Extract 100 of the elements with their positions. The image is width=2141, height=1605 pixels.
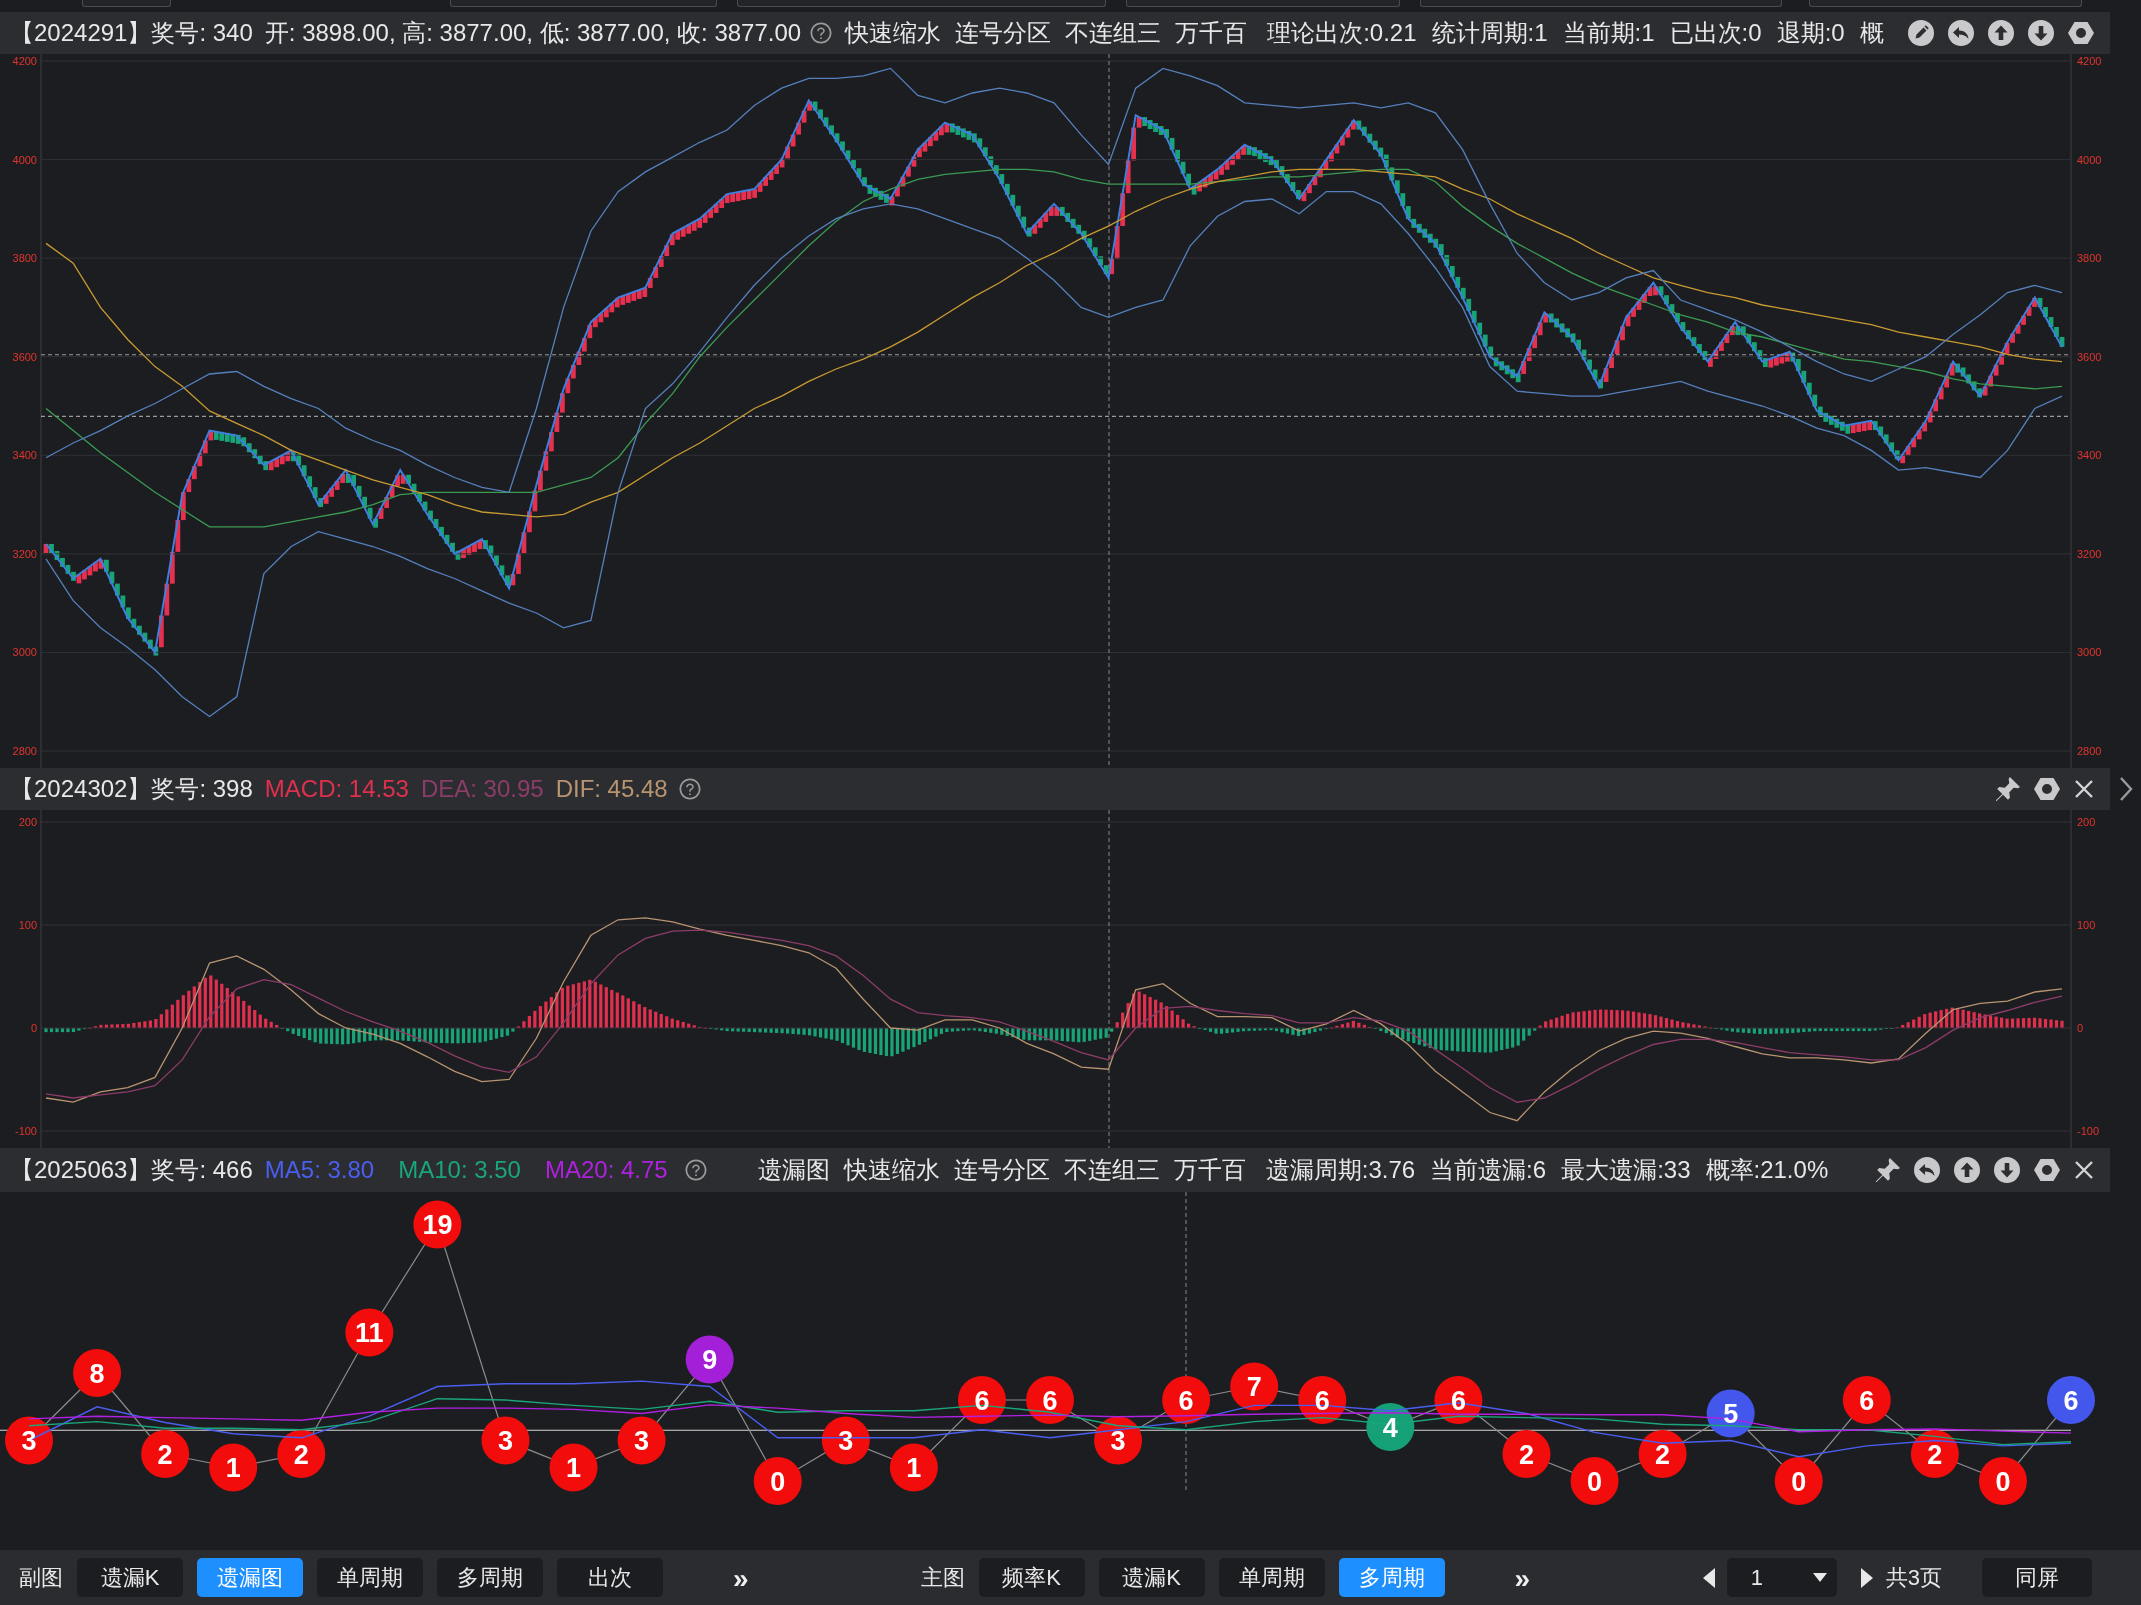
- stat-text: 当前期:1: [1562, 18, 1655, 48]
- page-select[interactable]: 1: [1726, 1558, 1837, 1597]
- indicator-value: MA10: 3.50: [398, 1155, 521, 1185]
- arrow-down-icon[interactable]: [1994, 1157, 2020, 1183]
- help-icon[interactable]: [677, 777, 702, 801]
- toolbar-tab[interactable]: 出次: [557, 1558, 663, 1597]
- arrow-up-icon[interactable]: [1988, 20, 2014, 46]
- settings-icon[interactable]: [2068, 21, 2094, 45]
- axis-tick-label: 200: [2077, 816, 2096, 828]
- previous-page-icon[interactable]: [1702, 1567, 1715, 1588]
- axis-tick-label: 0: [2077, 1022, 2084, 1034]
- axis-tick-label: 4200: [2077, 55, 2102, 67]
- help-icon[interactable]: [683, 1158, 708, 1182]
- pin-icon[interactable]: [1996, 777, 2020, 801]
- value-label: 2: [1655, 1439, 1671, 1470]
- panel-title: 【2025063】奖号: 466: [10, 1155, 253, 1185]
- more-button[interactable]: »: [1506, 1558, 1539, 1597]
- arrow-up-icon[interactable]: [1954, 1157, 1980, 1183]
- stat-text: 概: [1859, 18, 1884, 48]
- value-label: 6: [1178, 1385, 1194, 1416]
- axis-tick-label: 100: [2077, 919, 2096, 931]
- axis-tick-label: 3400: [12, 449, 37, 462]
- value-label: 2: [1518, 1439, 1534, 1470]
- value-label: 0: [1791, 1466, 1807, 1497]
- stat-text: 遗漏周期:3.76: [1265, 1155, 1416, 1185]
- edit-icon[interactable]: [1908, 20, 1934, 46]
- value-label: 9: [702, 1345, 718, 1375]
- value-label: 4: [1382, 1412, 1398, 1443]
- more-button[interactable]: »: [725, 1558, 757, 1597]
- filter-option[interactable]: 万千百: [1173, 1152, 1246, 1188]
- value-label: 6: [2063, 1385, 2079, 1416]
- next-page-icon[interactable]: [1860, 1567, 1873, 1588]
- axis-tick-label: 3800: [12, 252, 37, 265]
- value-label: 1: [566, 1453, 582, 1483]
- filter-option[interactable]: 万千百: [1175, 15, 1248, 51]
- settings-icon[interactable]: [2034, 1158, 2060, 1182]
- value-label: 0: [770, 1466, 786, 1497]
- value-label: 1: [225, 1453, 241, 1483]
- indicator-value: MACD: 14.53: [264, 774, 409, 804]
- page-count: 共3页: [1885, 1564, 1942, 1592]
- caret-down-icon: [1812, 1573, 1827, 1582]
- chevron-right-icon[interactable]: [2118, 776, 2133, 802]
- indicator-value: DIF: 45.48: [555, 774, 668, 804]
- stat-text: 当前遗漏:6: [1430, 1155, 1547, 1185]
- axis-tick-label: 4000: [12, 153, 37, 166]
- pin-icon[interactable]: [1876, 1158, 1900, 1182]
- value-label: 3: [497, 1426, 513, 1456]
- filter-option[interactable]: 连号分区: [955, 15, 1052, 51]
- toolbar-tab[interactable]: 遗漏K: [1098, 1558, 1205, 1597]
- stat-text: 理论出次:0.21: [1267, 18, 1417, 48]
- value-label: 7: [1246, 1372, 1262, 1402]
- back-icon[interactable]: [1948, 20, 1974, 46]
- panel-title: 【2024302】奖号: 398: [10, 774, 253, 804]
- toolbar-tab[interactable]: 频率K: [978, 1558, 1085, 1597]
- filter-option[interactable]: 不连组三: [1063, 1152, 1160, 1188]
- toolbar-tab[interactable]: 单周期: [1218, 1558, 1325, 1597]
- axis-tick-label: -100: [2077, 1125, 2100, 1137]
- indicator-value: MA5: 3.80: [264, 1155, 375, 1185]
- value-label: 3: [634, 1426, 650, 1456]
- stat-text: 最大遗漏:33: [1561, 1155, 1691, 1185]
- value-label: 3: [21, 1426, 37, 1456]
- value-label: 6: [1042, 1385, 1058, 1416]
- help-icon[interactable]: [809, 21, 834, 45]
- value-label: 6: [1859, 1385, 1875, 1416]
- toolbar-tab[interactable]: 遗漏K: [77, 1558, 183, 1597]
- filter-option[interactable]: 遗漏图: [757, 1152, 830, 1188]
- value-label: 8: [89, 1358, 105, 1389]
- axis-tick-label: 200: [18, 816, 37, 828]
- axis-tick-label: 3800: [2077, 252, 2102, 265]
- axis-tick-label: 4200: [12, 55, 37, 67]
- indicator-value: DEA: 30.95: [420, 774, 544, 804]
- toolbar-tab[interactable]: 单周期: [317, 1558, 423, 1597]
- value-label: 5: [1723, 1399, 1739, 1429]
- panel-title: 【2024291】奖号: 340: [10, 18, 253, 48]
- value-label: 2: [1927, 1439, 1943, 1470]
- value-label: 11: [355, 1318, 384, 1348]
- filter-option[interactable]: 连号分区: [953, 1152, 1050, 1188]
- filter-option[interactable]: 快速缩水: [845, 15, 942, 51]
- axis-tick-label: 100: [18, 919, 37, 931]
- filter-option[interactable]: 不连组三: [1065, 15, 1162, 51]
- axis-tick-label: 3200: [2077, 547, 2102, 560]
- toolbar-label: 副图: [19, 1564, 63, 1592]
- axis-tick-label: 2800: [12, 745, 37, 757]
- close-icon[interactable]: [2074, 779, 2094, 799]
- value-label: 2: [293, 1439, 309, 1470]
- split-screen-button[interactable]: 同屏: [1982, 1558, 2092, 1597]
- value-label: 3: [1110, 1426, 1126, 1456]
- arrow-down-icon[interactable]: [2028, 20, 2054, 46]
- indicator-value: MA20: 4.75: [544, 1155, 668, 1185]
- back-icon[interactable]: [1914, 1157, 1940, 1183]
- filter-option[interactable]: 快速缩水: [843, 1152, 940, 1188]
- value-label: 0: [1995, 1466, 2011, 1497]
- axis-tick-label: 0: [30, 1022, 37, 1034]
- toolbar-tab[interactable]: 多周期: [437, 1558, 543, 1597]
- close-icon[interactable]: [2074, 1160, 2094, 1180]
- settings-icon[interactable]: [2034, 777, 2060, 801]
- stat-text: 已出次:0: [1669, 18, 1762, 48]
- axis-tick-label: 3000: [2077, 646, 2102, 659]
- stat-text: 退期:0: [1776, 18, 1845, 48]
- stat-text: 统计周期:1: [1431, 18, 1548, 48]
